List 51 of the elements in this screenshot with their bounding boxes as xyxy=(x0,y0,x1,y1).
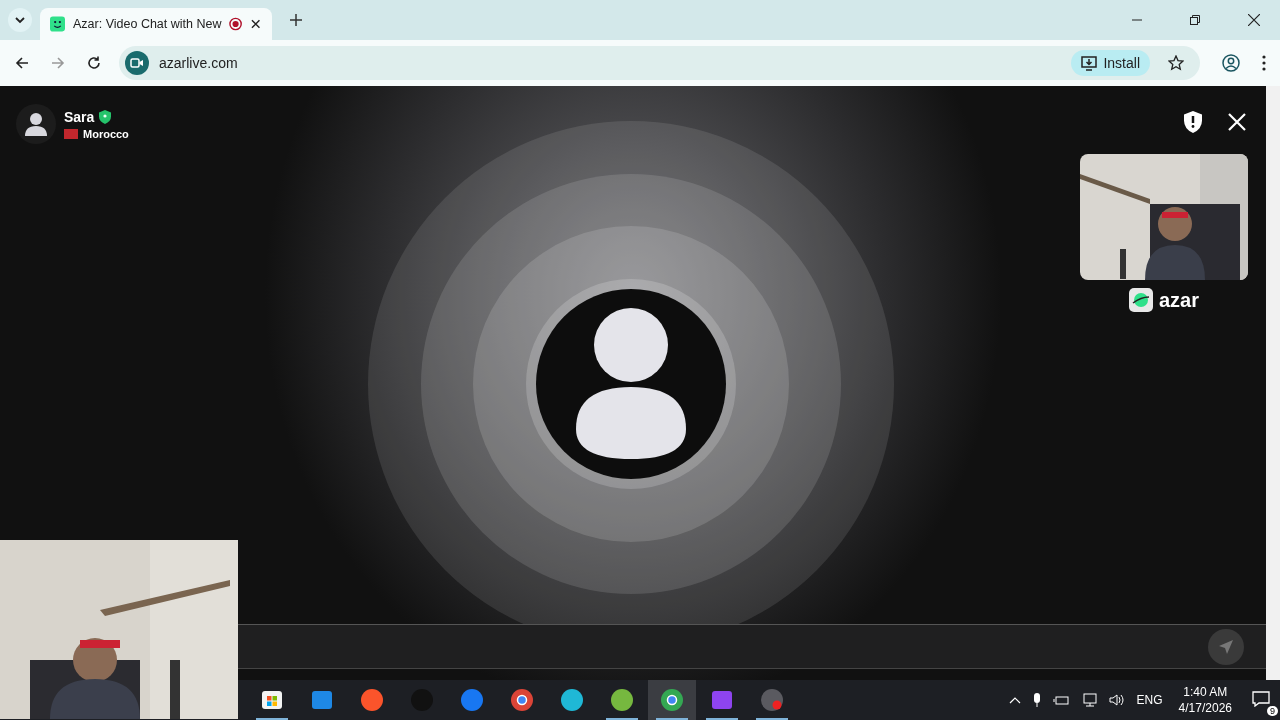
brand-name: azar xyxy=(1159,288,1199,312)
battery-icon[interactable] xyxy=(1052,694,1069,706)
avatar-icon xyxy=(16,104,56,144)
app-icon xyxy=(510,688,534,712)
restore-icon[interactable] xyxy=(1190,15,1200,25)
install-icon xyxy=(1081,55,1098,71)
microphone-icon[interactable] xyxy=(1032,693,1041,707)
close-icon[interactable] xyxy=(1248,14,1260,26)
app-icon xyxy=(310,688,334,712)
tab-title: Azar: Video Chat with New xyxy=(73,17,222,31)
notification-icon[interactable] xyxy=(1252,690,1270,707)
clock-date[interactable]: 4/17/2026 xyxy=(1178,701,1232,715)
report-shield-icon[interactable] xyxy=(1184,111,1202,133)
camera-icon xyxy=(125,51,149,75)
install-button[interactable]: Install xyxy=(1071,50,1150,76)
partner-name: Sara xyxy=(64,108,95,125)
new-tab-icon[interactable] xyxy=(290,14,302,26)
chevron-down-icon xyxy=(14,16,26,24)
app-icon xyxy=(360,688,384,712)
language-indicator[interactable]: ENG xyxy=(1136,693,1163,707)
close-icon[interactable] xyxy=(250,19,260,29)
send-button[interactable] xyxy=(1208,628,1244,665)
app-icon xyxy=(560,688,584,712)
speaker-icon[interactable] xyxy=(1108,693,1125,707)
app-icon xyxy=(660,688,684,712)
profile-icon[interactable] xyxy=(1222,54,1240,72)
reload-icon[interactable] xyxy=(87,56,101,70)
scrollbar[interactable] xyxy=(1266,86,1280,680)
azar-logo-icon xyxy=(1129,288,1153,312)
chevron-up-icon[interactable] xyxy=(1008,696,1021,704)
clock-time[interactable]: 1:40 AM xyxy=(1183,685,1228,699)
url-text: azarlive.com xyxy=(159,55,238,71)
partner-country: Morocco xyxy=(83,127,129,140)
menu-icon[interactable] xyxy=(1262,55,1266,71)
app-icon xyxy=(260,688,284,712)
app-icon xyxy=(460,688,484,712)
notification-count: 9 xyxy=(1267,705,1278,716)
network-icon[interactable] xyxy=(1080,693,1097,707)
smiley-icon xyxy=(50,16,65,32)
address-bar[interactable]: azarlive.com Install xyxy=(119,46,1200,80)
forward-icon[interactable] xyxy=(51,56,65,70)
star-icon[interactable] xyxy=(1168,55,1184,71)
app-icon xyxy=(760,688,784,712)
send-icon xyxy=(1218,638,1234,655)
back-icon[interactable] xyxy=(15,56,29,70)
taskbar-app[interactable] xyxy=(648,680,696,720)
flag-icon xyxy=(64,128,78,139)
app-icon xyxy=(710,688,734,712)
tab-list-button[interactable] xyxy=(8,8,32,32)
browser-tab[interactable]: Azar: Video Chat with New xyxy=(40,8,272,40)
app-icon xyxy=(610,688,634,712)
